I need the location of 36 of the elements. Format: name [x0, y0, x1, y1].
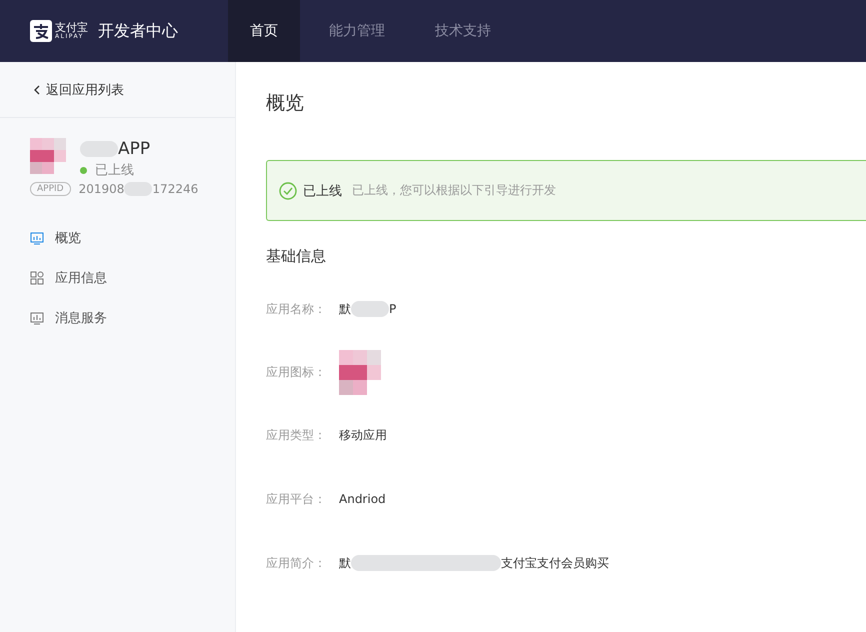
field-value: Andriod: [339, 492, 386, 506]
nav-tab[interactable]: 首页: [228, 0, 300, 62]
sidebar-item[interactable]: 消息服务: [0, 298, 235, 338]
field-value: 支付宝支付会员购买: [501, 554, 609, 572]
field-label: 应用名称：: [266, 300, 327, 318]
sidebar-item[interactable]: 应用信息: [0, 258, 235, 298]
grid-icon: [30, 271, 44, 285]
alert-title: 已上线: [303, 182, 342, 200]
field-label: 应用类型：: [266, 426, 327, 444]
brand-name: 支付宝: [55, 22, 88, 33]
field-label: 应用平台：: [266, 490, 327, 508]
monitor-icon: [30, 231, 44, 245]
site-title: 开发者中心: [98, 20, 178, 42]
field-value: 默: [339, 300, 351, 318]
sidebar-item[interactable]: 概览: [0, 218, 235, 258]
section-title: 基础信息: [266, 247, 327, 267]
redaction-blur: [351, 301, 389, 317]
appid-text: 172246: [152, 182, 198, 196]
appid-badge: APPID: [30, 182, 71, 196]
logo-icon: [30, 20, 52, 42]
page-title: 概览: [266, 91, 305, 116]
chevron-left-icon: [33, 84, 41, 94]
field-value: 默: [339, 554, 351, 572]
status-text: 已上线: [95, 162, 134, 179]
nav-tab[interactable]: 能力管理: [308, 0, 406, 62]
alert-message: 已上线，您可以根据以下引导进行开发: [352, 182, 556, 199]
chart-icon: [30, 311, 44, 325]
field-value: P: [389, 302, 396, 316]
field-value: 移动应用: [339, 426, 387, 444]
appid-text: 201908: [78, 182, 124, 196]
nav-tab[interactable]: 技术支持: [414, 0, 512, 62]
field-label: 应用图标：: [266, 364, 327, 380]
back-link[interactable]: 返回应用列表: [0, 62, 235, 118]
field-label: 应用简介：: [266, 554, 327, 572]
check-icon: [279, 182, 297, 200]
app-name: APP: [118, 139, 150, 159]
